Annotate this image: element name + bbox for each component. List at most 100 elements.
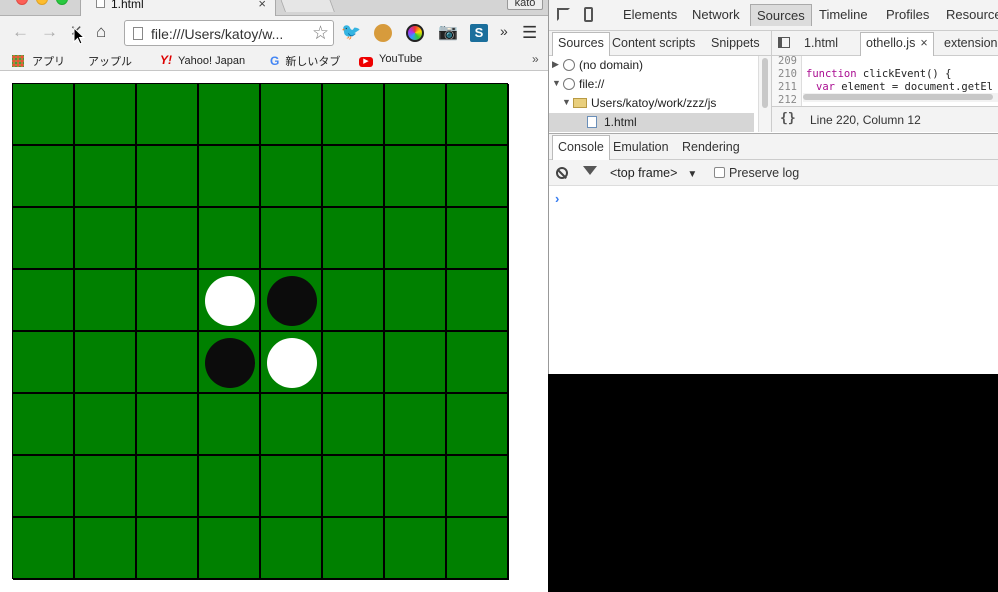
tab-close-icon[interactable]: ×: [258, 0, 266, 11]
board-cell[interactable]: [323, 146, 385, 208]
cookie-icon[interactable]: [374, 24, 392, 42]
tree-scrollbar[interactable]: [758, 56, 771, 132]
browser-tab[interactable]: 1.html ×: [80, 0, 276, 16]
board-cell[interactable]: [75, 270, 137, 332]
board-cell[interactable]: [75, 394, 137, 456]
tab-timeline[interactable]: Timeline: [819, 7, 868, 22]
board-cell[interactable]: [137, 270, 199, 332]
board-cell[interactable]: [385, 394, 447, 456]
tab-network[interactable]: Network: [692, 7, 740, 22]
board-cell[interactable]: [447, 84, 509, 146]
board-cell[interactable]: [385, 84, 447, 146]
bookmark-youtube[interactable]: ▶ YouTube: [359, 53, 422, 67]
new-tab-button[interactable]: [279, 0, 335, 12]
inspect-element-icon[interactable]: [557, 8, 570, 21]
camera-icon[interactable]: 📷: [438, 24, 458, 42]
board-cell[interactable]: [323, 332, 385, 394]
scrollbar-thumb[interactable]: [762, 58, 768, 108]
board-cell[interactable]: [447, 208, 509, 270]
bookmark-star-icon[interactable]: ☆: [312, 22, 329, 45]
console-output[interactable]: ›: [549, 186, 998, 374]
board-cell[interactable]: [137, 84, 199, 146]
board-cell[interactable]: [385, 208, 447, 270]
board-cell[interactable]: [75, 84, 137, 146]
extensions-overflow-button[interactable]: »: [500, 23, 508, 39]
drawer-tab-console[interactable]: Console: [552, 135, 610, 161]
board-cell[interactable]: [261, 84, 323, 146]
board-cell[interactable]: [13, 84, 75, 146]
twitter-icon[interactable]: 🐦: [341, 24, 361, 42]
board-cell[interactable]: [137, 456, 199, 518]
address-bar[interactable]: file:///Users/katoy/w... ☆: [124, 20, 334, 46]
profile-button[interactable]: kato: [507, 0, 543, 10]
board-cell[interactable]: [261, 394, 323, 456]
board-cell[interactable]: [199, 456, 261, 518]
back-button[interactable]: ←: [12, 22, 29, 42]
board-cell[interactable]: [261, 270, 323, 332]
pretty-print-button[interactable]: {}: [780, 111, 796, 126]
board-cell[interactable]: [385, 270, 447, 332]
board-cell[interactable]: [385, 518, 447, 580]
subtab-snippets[interactable]: Snippets: [711, 36, 760, 50]
subtab-sources[interactable]: Sources: [552, 32, 610, 56]
drawer-tab-emulation[interactable]: Emulation: [613, 140, 669, 154]
board-cell[interactable]: [137, 332, 199, 394]
board-cell[interactable]: [137, 518, 199, 580]
frame-selector[interactable]: <top frame> ▼: [610, 166, 697, 180]
zoom-window-button[interactable]: [56, 0, 68, 5]
board-cell[interactable]: [385, 456, 447, 518]
collapse-arrow-icon[interactable]: ▼: [562, 97, 571, 107]
board-cell[interactable]: [323, 394, 385, 456]
code-horizontal-scrollbar[interactable]: [803, 93, 998, 102]
board-cell[interactable]: [447, 518, 509, 580]
board-cell[interactable]: [323, 456, 385, 518]
device-mode-icon[interactable]: [584, 7, 593, 22]
bookmark-new-tab[interactable]: G 新しいタブ: [270, 53, 340, 69]
board-cell[interactable]: [199, 208, 261, 270]
board-cell[interactable]: [13, 456, 75, 518]
collapse-arrow-icon[interactable]: ▼: [552, 78, 561, 88]
tree-item-folder[interactable]: ▼ Users/katoy/work/zzz/js: [549, 94, 758, 113]
board-cell[interactable]: [447, 146, 509, 208]
tab-sources[interactable]: Sources: [750, 4, 812, 26]
board-cell[interactable]: [199, 518, 261, 580]
toggle-navigator-icon[interactable]: [778, 37, 790, 48]
tab-resources[interactable]: Resources: [946, 7, 998, 22]
clear-console-icon[interactable]: [556, 167, 568, 179]
board-cell[interactable]: [199, 84, 261, 146]
board-cell[interactable]: [199, 146, 261, 208]
board-cell[interactable]: [199, 332, 261, 394]
color-picker-icon[interactable]: [406, 24, 424, 42]
menu-icon[interactable]: ☰: [522, 23, 537, 43]
close-tab-icon[interactable]: ×: [920, 36, 927, 50]
board-cell[interactable]: [75, 146, 137, 208]
board-cell[interactable]: [137, 146, 199, 208]
filter-icon[interactable]: [583, 166, 597, 175]
tab-profiles[interactable]: Profiles: [886, 7, 929, 22]
board-cell[interactable]: [13, 146, 75, 208]
close-window-button[interactable]: [16, 0, 28, 5]
tree-item-no-domain[interactable]: ▶ (no domain): [549, 56, 758, 75]
bookmarks-overflow-button[interactable]: »: [532, 52, 539, 66]
board-cell[interactable]: [447, 456, 509, 518]
board-cell[interactable]: [13, 208, 75, 270]
editor-tab-othello-js[interactable]: othello.js ×: [860, 32, 934, 56]
board-cell[interactable]: [323, 270, 385, 332]
board-cell[interactable]: [385, 146, 447, 208]
board-cell[interactable]: [13, 394, 75, 456]
bookmark-apps[interactable]: アプリ: [12, 53, 65, 69]
board-cell[interactable]: [261, 146, 323, 208]
console-prompt[interactable]: ›: [555, 191, 559, 206]
editor-tab-extension[interactable]: extension: [944, 36, 998, 50]
board-cell[interactable]: [75, 208, 137, 270]
board-cell[interactable]: [261, 208, 323, 270]
checkbox-box[interactable]: [714, 167, 725, 178]
board-cell[interactable]: [199, 270, 261, 332]
board-cell[interactable]: [13, 270, 75, 332]
board-cell[interactable]: [75, 518, 137, 580]
board-cell[interactable]: [261, 456, 323, 518]
drawer-tab-rendering[interactable]: Rendering: [682, 140, 740, 154]
board-cell[interactable]: [13, 332, 75, 394]
board-cell[interactable]: [75, 456, 137, 518]
subtab-content-scripts[interactable]: Content scripts: [612, 36, 695, 50]
